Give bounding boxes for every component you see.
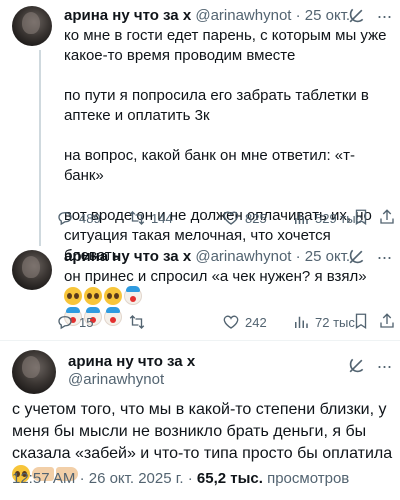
action-bar: 489 144 825 529 тыс.: [56, 208, 396, 228]
tweet-paragraph: ко мне в гости едет парень, с которым мы…: [64, 27, 387, 64]
tweet-header: арина ну что за х @arinawhynot · 25 окт.: [64, 247, 350, 267]
divider: [0, 340, 400, 341]
tweet-date[interactable]: 25 окт.: [305, 7, 350, 24]
share-icon[interactable]: [378, 208, 396, 226]
reply-button[interactable]: 15: [56, 312, 93, 332]
tweet-paragraph: по пути я попросила его забрать таблетки…: [64, 87, 369, 124]
grok-icon[interactable]: [346, 6, 366, 26]
reply-count: 489: [79, 210, 101, 226]
views-icon: [295, 316, 308, 328]
like-button[interactable]: 242: [222, 312, 267, 332]
repost-icon: [129, 211, 145, 225]
author-handle[interactable]: @arinawhynot: [195, 7, 291, 24]
bookmark-icon[interactable]: [352, 208, 370, 226]
reply-icon: [58, 316, 72, 330]
tweet-header: арина ну что за х @arinawhynot · 25 окт.: [64, 6, 350, 26]
separator-dot: ·: [187, 470, 193, 487]
tweet-meta: 12:57 AM · 26 окт. 2025 г. · 65,2 тыс. п…: [12, 470, 349, 487]
views-count: 65,2 тыс.: [196, 470, 263, 487]
author-name[interactable]: арина ну что за х: [64, 248, 191, 265]
grok-icon[interactable]: [346, 247, 366, 267]
pleading-face-emoji: [104, 287, 122, 305]
tweet-date[interactable]: 26 окт. 2025 г.: [89, 470, 184, 487]
author-name[interactable]: арина ну что за х: [68, 353, 195, 370]
repost-button[interactable]: [128, 312, 151, 332]
tweet-header: @arinawhynot: [68, 370, 164, 390]
separator-dot: ·: [295, 7, 301, 24]
grok-icon[interactable]: [346, 356, 366, 376]
tweet-time[interactable]: 12:57 AM: [12, 470, 75, 487]
separator-dot: ·: [295, 248, 301, 265]
views-label: просмотров: [267, 470, 350, 487]
tweet-line: он принес и спросил «а чек нужен? я взял…: [64, 268, 367, 285]
action-bar: 15 242 72 тыс.: [56, 312, 396, 332]
reply-count: 15: [79, 314, 94, 330]
pleading-face-emoji: [64, 287, 82, 305]
like-button[interactable]: 825: [222, 208, 267, 228]
reply-button[interactable]: 489: [56, 208, 101, 228]
tweet-header: арина ну что за х: [68, 352, 195, 372]
share-icon[interactable]: [378, 312, 396, 330]
separator-dot: ·: [79, 470, 85, 487]
avatar[interactable]: [12, 6, 52, 46]
author-name[interactable]: арина ну что за х: [64, 7, 191, 24]
author-handle[interactable]: @arinawhynot: [195, 248, 291, 265]
pleading-face-emoji: [84, 287, 102, 305]
like-count: 242: [245, 314, 267, 330]
like-count: 825: [245, 210, 267, 226]
tweet-text: ко мне в гости едет парень, с которым мы…: [64, 26, 390, 266]
repost-icon: [129, 315, 145, 329]
avatar[interactable]: [12, 250, 52, 290]
avatar[interactable]: [12, 350, 56, 394]
more-icon[interactable]: ···: [374, 357, 394, 379]
repost-count: 144: [151, 210, 173, 226]
views-button[interactable]: 72 тыс.: [292, 312, 358, 332]
thread-line: [39, 50, 41, 246]
like-icon: [223, 315, 239, 329]
reply-icon: [58, 212, 72, 226]
tweet-date[interactable]: 25 окт.: [305, 248, 350, 265]
bookmark-icon[interactable]: [352, 312, 370, 330]
views-icon: [295, 212, 308, 224]
author-handle[interactable]: @arinawhynot: [68, 371, 164, 388]
tweet-line: с учетом того, что мы в какой-то степени…: [12, 401, 393, 462]
clown-face-emoji: [124, 286, 142, 305]
repost-button[interactable]: 144: [128, 208, 173, 228]
like-icon: [223, 211, 239, 225]
tweet-paragraph: на вопрос, какой банк он мне ответил: «т…: [64, 147, 356, 184]
